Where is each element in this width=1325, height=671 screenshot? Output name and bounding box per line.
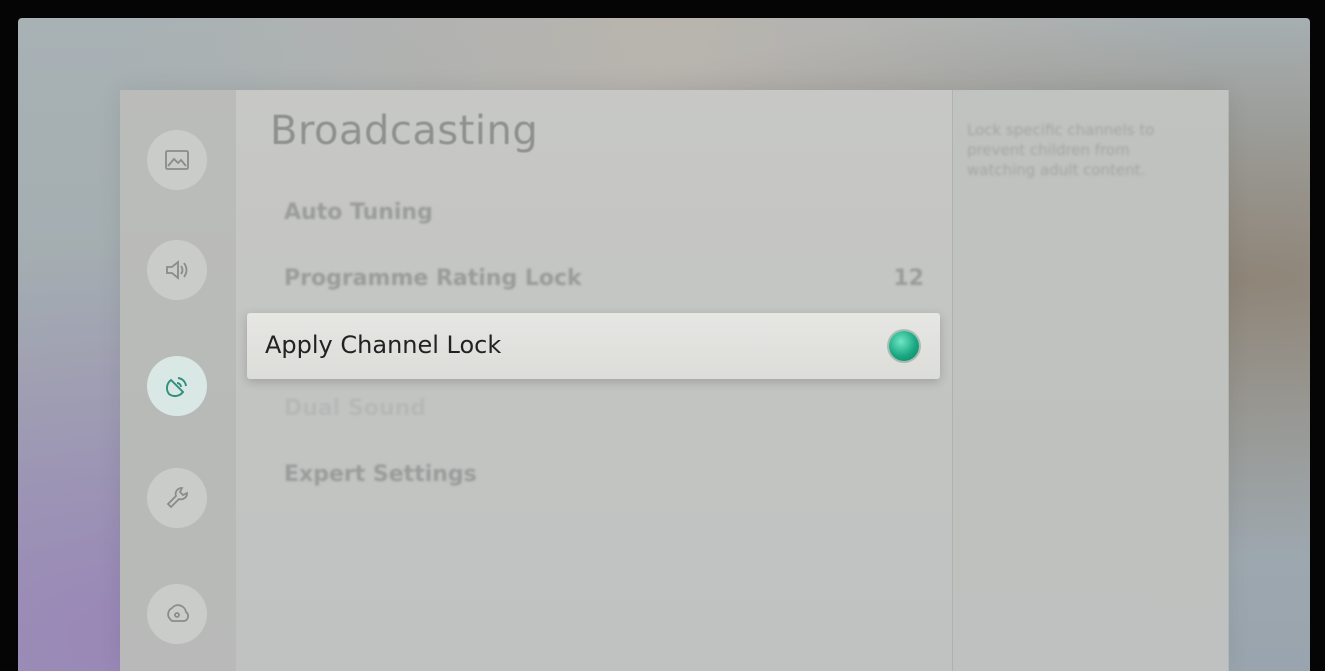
menu-item-label: Apply Channel Lock [265,331,502,359]
general-wrench-icon[interactable] [147,468,207,528]
description-pane: Lock specific channels to prevent childr… [952,90,1229,671]
page-title: Broadcasting [270,108,539,154]
settings-panel: Broadcasting Auto Tuning Programme Ratin… [120,90,1229,671]
sound-icon[interactable] [147,240,207,300]
menu-item-expert-settings[interactable]: Expert Settings [284,462,924,487]
category-rail [120,90,236,671]
tv-screen: Broadcasting Auto Tuning Programme Ratin… [18,18,1310,671]
support-icon[interactable] [147,584,207,644]
rating-value: 12 [893,266,924,291]
menu-item-dual-sound: Dual Sound [284,396,924,421]
menu-item-label: Auto Tuning [284,200,433,225]
broadcasting-icon[interactable] [147,356,207,416]
description-text: Lock specific channels to prevent childr… [967,121,1155,179]
menu-item-label: Dual Sound [284,396,427,421]
menu-item-label: Programme Rating Lock [284,266,582,291]
toggle-on-indicator[interactable] [889,331,919,361]
broadcasting-menu: Broadcasting Auto Tuning Programme Ratin… [236,90,952,671]
picture-icon[interactable] [147,130,207,190]
menu-item-apply-channel-lock[interactable]: Apply Channel Lock [247,313,940,379]
menu-item-auto-tuning[interactable]: Auto Tuning [284,200,924,225]
menu-item-label: Expert Settings [284,462,477,487]
menu-item-programme-rating-lock[interactable]: Programme Rating Lock 12 [284,266,924,291]
